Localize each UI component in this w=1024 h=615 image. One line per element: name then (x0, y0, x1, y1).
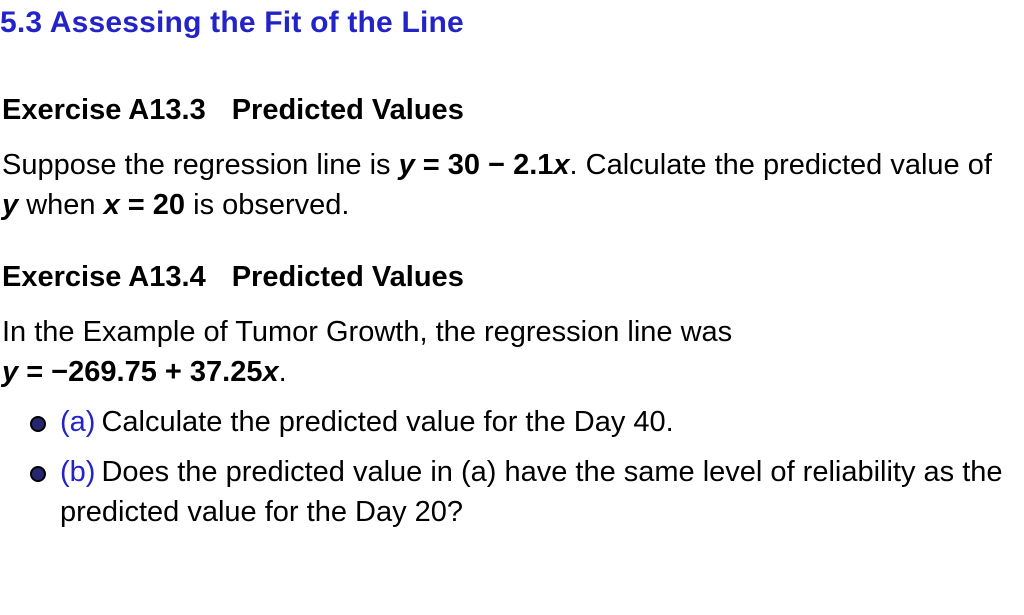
exercise-heading: Exercise A13.4 Predicted Values (2, 261, 1016, 294)
exercise-label: Exercise A13.3 (2, 94, 206, 127)
part-text: Does the predicted value in (a) have the… (60, 456, 1003, 528)
section-number: 5.3 (0, 6, 42, 39)
page: 5.3 Assessing the Fit of the Line Exerci… (0, 0, 1024, 532)
section-title-text: Assessing the Fit of the Line (50, 6, 464, 39)
exercise-a13-4: Exercise A13.4 Predicted Values In the Ex… (2, 261, 1016, 532)
when-text: when (18, 189, 103, 221)
prompt2-lead: In the Example of Tumor Growth, the regr… (2, 316, 732, 348)
eq-rhs-var: x (553, 149, 569, 181)
exercise-prompt: In the Example of Tumor Growth, the regr… (2, 312, 1016, 392)
section-title: 5.3 Assessing the Fit of the Line (0, 6, 1016, 40)
prompt-after-eq: . Calculate the predicted value of (570, 149, 992, 181)
part-label: (b) (60, 456, 95, 488)
bullet-icon (30, 416, 46, 432)
list-item-content: (a)Calculate the predicted value for the… (60, 402, 674, 442)
list-item: (b)Does the predicted value in (a) have … (30, 452, 1016, 532)
eq2-rhs-var: x (262, 356, 278, 388)
eq-lhs: y (399, 149, 415, 181)
prompt-tail: is observed. (185, 189, 349, 221)
exercise-label: Exercise A13.4 (2, 261, 206, 294)
x-equals: = (120, 189, 153, 221)
prompt-lead: Suppose the regression line is (2, 149, 399, 181)
bullet-icon (30, 466, 46, 482)
eq2-lhs: y (2, 356, 18, 388)
y-var: y (2, 189, 18, 221)
list-item-content: (b)Does the predicted value in (a) have … (60, 452, 1016, 532)
part-label: (a) (60, 406, 95, 438)
exercise-heading: Exercise A13.3 Predicted Values (2, 94, 1016, 127)
eq-rhs-const: 30 − 2.1 (448, 149, 554, 181)
part-text: Calculate the predicted value for the Da… (101, 406, 673, 438)
list-item: (a)Calculate the predicted value for the… (30, 402, 1016, 442)
x-var: x (104, 189, 120, 221)
exercise-a13-3: Exercise A13.3 Predicted Values Suppose t… (2, 94, 1016, 225)
eq2-equals: = (18, 356, 51, 388)
prompt2-tail: . (279, 356, 287, 388)
eq2-rhs-const: −269.75 + 37.25 (51, 356, 262, 388)
exercise-title: Predicted Values (232, 261, 464, 293)
exercise-prompt: Suppose the regression line is y = 30 − … (2, 145, 1016, 225)
x-val: 20 (153, 189, 185, 221)
exercise-title: Predicted Values (232, 94, 464, 126)
parts-list: (a)Calculate the predicted value for the… (30, 402, 1016, 532)
eq-equals: = (415, 149, 448, 181)
